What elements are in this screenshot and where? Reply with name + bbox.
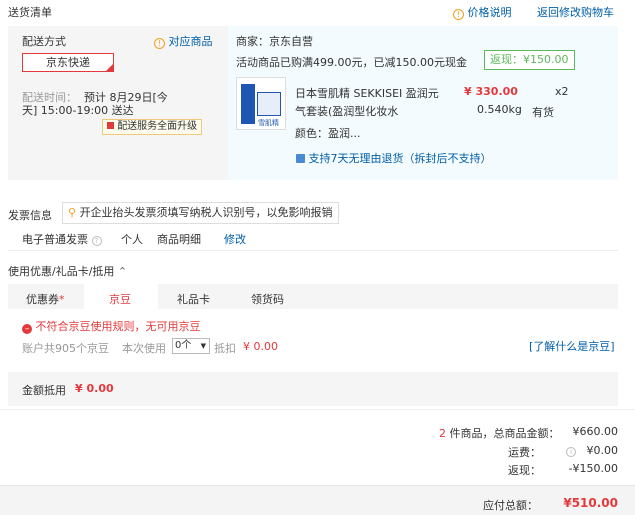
product-name-line1[interactable]: 日本雪肌精 SEKKISEI 盈润元 — [295, 85, 439, 101]
summary-rebate-value: -¥150.00 — [568, 462, 618, 475]
upgrade-label: 配送服务全面升级 — [117, 121, 198, 132]
product-quantity: x2 — [555, 85, 569, 98]
return-policy: 支持7天无理由退货（拆封后不支持） — [296, 150, 492, 166]
invoice-edit-link[interactable]: 修改 — [224, 231, 246, 247]
warning-icon: ! — [154, 38, 165, 49]
tab-pickup-code[interactable]: 领货码 — [251, 291, 284, 307]
matching-goods-link[interactable]: ! 对应商品 — [154, 33, 213, 49]
jingdou-error: – 不符合京豆使用规则，无可用京豆 — [22, 318, 201, 334]
upgrade-icon — [107, 122, 114, 129]
invoice-detail: 商品明细 — [157, 233, 201, 246]
tab-coupon-label: 优惠券 — [26, 293, 59, 306]
jingdou-account: 账户共905个京豆 — [22, 342, 109, 355]
discount-toggle[interactable]: 使用优惠/礼品卡/抵用 ⌃ — [8, 263, 127, 279]
product-name-line2[interactable]: 气套装(盈润型化妆水 — [295, 103, 398, 119]
box-shape — [257, 92, 281, 116]
matching-goods-label: 对应商品 — [168, 35, 213, 48]
invoice-type-label: 电子普通发票 — [22, 233, 88, 246]
divider — [8, 250, 618, 251]
goods-count: 2 — [439, 427, 446, 440]
discount-title: 使用优惠/礼品卡/抵用 — [8, 265, 115, 278]
rebate-badge: 返现：¥150.00 — [484, 50, 575, 70]
invoice-person: 个人 — [121, 233, 143, 246]
coupon-star: * — [59, 293, 65, 306]
stock-status: 有货 — [532, 106, 554, 119]
promo-text: 活动商品已购满499.00元，已减150.00元现金 — [236, 56, 467, 69]
payable-value: ¥510.00 — [563, 496, 618, 510]
tab-jingdou[interactable]: 京豆 — [109, 291, 131, 307]
product-weight: 0.540kg — [477, 103, 522, 116]
product-thumbnail[interactable]: 雪肌精 — [236, 77, 286, 130]
courier-option-button[interactable]: 京东快递 — [22, 53, 114, 72]
selected-corner-icon — [106, 64, 113, 71]
invoice-title: 发票信息 — [8, 209, 52, 222]
product-price: ¥ 330.00 — [464, 85, 518, 98]
learn-jingdou-link[interactable]: [了解什么是京豆] — [529, 338, 615, 354]
jingdou-deduct-label: 抵扣 — [214, 342, 236, 355]
invoice-tip-label: 开企业抬头发票须填写纳税人识别号，以免影响报销 — [79, 206, 333, 219]
invoice-tip: ⚲ 开企业抬头发票须填写纳税人识别号，以免影响报销 — [62, 202, 339, 224]
delivery-upgrade-badge[interactable]: 配送服务全面升级 — [102, 119, 203, 135]
tab-coupon[interactable]: 优惠券* — [26, 291, 65, 307]
back-to-cart-link[interactable]: 返回修改购物车 — [537, 4, 614, 20]
error-icon: – — [22, 324, 32, 334]
delivery-time-line2: 天] 15:00-19:00 送达 — [22, 104, 134, 117]
jingdou-use-label: 本次使用 — [122, 342, 166, 355]
page-title: 送货清单 — [8, 6, 52, 19]
jingdou-use-select[interactable]: 0个 ▼ — [172, 338, 210, 354]
courier-label: 京东快递 — [46, 56, 90, 69]
discount-total-value: ¥ 0.00 — [75, 382, 114, 395]
seller-name: 商家：京东自营 — [236, 35, 313, 48]
price-note-link[interactable]: ! 价格说明 — [453, 4, 512, 20]
chevron-down-icon: ▼ — [200, 342, 206, 350]
product-color: 颜色：盈润... — [295, 127, 361, 140]
jingdou-deduct-value: ¥ 0.00 — [243, 340, 278, 353]
tab-giftcard[interactable]: 礼品卡 — [177, 291, 210, 307]
thumb-text: 雪肌精 — [258, 119, 279, 127]
lightbulb-icon: ⚲ — [68, 206, 77, 219]
bottle-shape — [241, 84, 255, 124]
info-icon[interactable]: ? — [91, 236, 102, 246]
jingdou-error-label: 不符合京豆使用规则，无可用京豆 — [35, 320, 201, 333]
chevron-up-icon: ⌃ — [117, 265, 128, 278]
return-icon — [296, 154, 305, 163]
warning-icon: ! — [453, 9, 464, 20]
goods-total: ¥660.00 — [572, 425, 619, 438]
jingdou-use-value: 0个 — [175, 340, 192, 351]
invoice-type: 电子普通发票 ? — [22, 231, 102, 247]
discount-total-label: 金额抵用 — [22, 384, 66, 397]
freight-value: ¥0.00 — [586, 444, 619, 457]
return-policy-label: 支持7天无理由退货（拆封后不支持） — [308, 152, 492, 165]
divider — [0, 409, 635, 410]
shipping-method-label: 配送方式 — [22, 35, 66, 48]
price-note-label: 价格说明 — [467, 6, 512, 19]
